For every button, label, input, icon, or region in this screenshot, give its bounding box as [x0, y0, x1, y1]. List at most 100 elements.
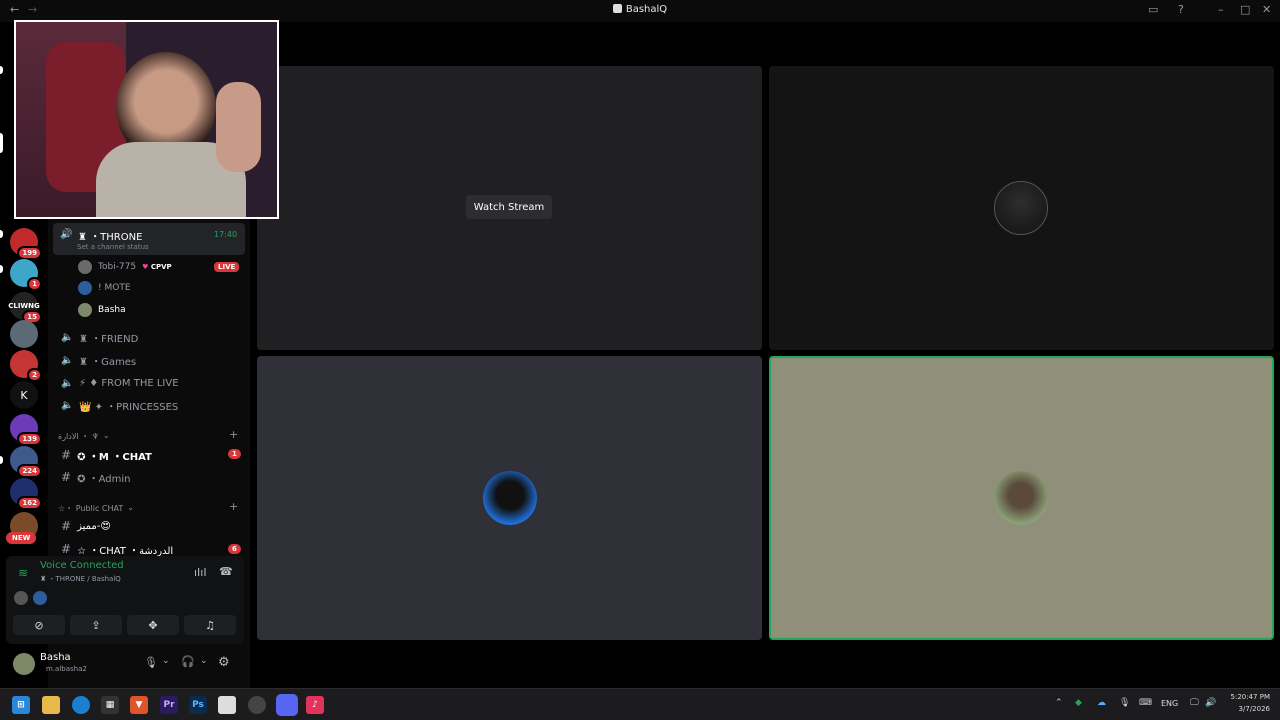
- camera-off-icon: ⊘: [34, 618, 44, 632]
- server-icon[interactable]: 139: [10, 414, 42, 446]
- selected-pip: [0, 133, 3, 153]
- keyboard-icon[interactable]: ⌨: [1139, 698, 1152, 708]
- microphone-icon[interactable]: 🎙: [144, 656, 158, 669]
- mention-badge: 224: [17, 464, 42, 478]
- channel-name: ♜ ・THRONE: [78, 232, 143, 243]
- text-channel[interactable]: # ✪ ・M ・CHAT: [53, 444, 245, 466]
- tray-app-icon[interactable]: ◆: [1075, 698, 1082, 708]
- member-name: Basha: [98, 305, 126, 315]
- speaker-icon: 🔈: [61, 400, 74, 411]
- premiere-icon[interactable]: Pr: [160, 696, 178, 714]
- voice-member[interactable]: Basha: [78, 301, 126, 319]
- category-name: ☆・ Public CHAT: [58, 504, 124, 513]
- app-icon[interactable]: [218, 696, 236, 714]
- settings-gear-icon[interactable]: ⚙: [218, 655, 230, 670]
- member-name: Tobi-775: [98, 262, 137, 272]
- unread-badge: 6: [228, 544, 241, 554]
- tray-chevron-icon[interactable]: ⌃: [1055, 698, 1063, 708]
- maximize-icon[interactable]: □: [1240, 3, 1250, 16]
- chevron-down-icon[interactable]: ⌄: [162, 656, 170, 666]
- server-icon: [612, 4, 622, 13]
- voice-status[interactable]: Voice Connected: [40, 560, 124, 571]
- voice-channel[interactable]: 🔈 👑 ✦ ・PRINCESSES: [53, 394, 245, 416]
- voice-channel[interactable]: 🔈 ⚡ ♦ FROM THE LIVE: [53, 372, 245, 394]
- mention-badge: 2: [27, 368, 42, 382]
- avatar[interactable]: [13, 653, 35, 675]
- close-icon[interactable]: ✕: [1262, 3, 1271, 16]
- server-icon[interactable]: 1: [10, 259, 42, 291]
- raised-hand: [216, 82, 261, 172]
- help-icon[interactable]: ?: [1178, 3, 1184, 16]
- hashtag-icon: #: [61, 519, 72, 533]
- input-language[interactable]: ENG: [1161, 699, 1178, 708]
- mention-badge: 1: [27, 277, 42, 291]
- signal-icon[interactable]: ≋: [18, 566, 28, 580]
- chevron-down-icon: ⌄: [102, 431, 110, 440]
- text-channel[interactable]: # ✪ ・Admin: [53, 466, 245, 488]
- discord-icon[interactable]: [276, 694, 298, 716]
- volume-icon[interactable]: 🔊: [1205, 698, 1216, 708]
- store-icon[interactable]: ▦: [101, 696, 119, 714]
- server-icon[interactable]: CLIWNG 15: [8, 292, 42, 324]
- text-channel[interactable]: # مميز-😍: [53, 515, 245, 537]
- channel-timer: 17:40: [214, 230, 238, 239]
- headphones-icon[interactable]: 🎧: [181, 655, 195, 668]
- cloud-icon[interactable]: ☁: [1097, 698, 1106, 708]
- hashtag-icon: #: [61, 542, 72, 556]
- server-icon[interactable]: 162: [10, 478, 42, 510]
- chevron-down-icon[interactable]: ⌄: [200, 656, 208, 666]
- voice-channel[interactable]: 🔈 ♜ ・FRIEND: [53, 326, 245, 348]
- app-icon[interactable]: [248, 696, 266, 714]
- window-title: BashalQ: [0, 4, 1280, 15]
- brave-icon[interactable]: ▼: [130, 696, 148, 714]
- channel-status[interactable]: Set a channel status: [77, 243, 149, 251]
- edge-icon[interactable]: [72, 696, 90, 714]
- tray-mic-icon[interactable]: 🎙: [1119, 698, 1130, 708]
- minimize-icon[interactable]: –: [1218, 3, 1224, 16]
- channel-name: مميز-😍: [77, 520, 111, 532]
- voice-member[interactable]: Tobi-775 ♥ CPVP: [78, 258, 172, 276]
- category-name: الادارة ・ ♆: [58, 432, 99, 441]
- screen-share-button[interactable]: ⇪: [70, 615, 122, 635]
- soundboard-button[interactable]: ♫: [184, 615, 236, 635]
- category-header[interactable]: الادارة ・ ♆ ⌄: [58, 431, 110, 442]
- server-icon[interactable]: 199: [10, 228, 42, 260]
- channel-name: ♜ ・Games: [79, 356, 137, 368]
- tiktok-icon[interactable]: ♪: [306, 696, 324, 714]
- clock-date[interactable]: 3/7/2026: [1226, 705, 1270, 713]
- photoshop-icon[interactable]: Ps: [189, 696, 207, 714]
- server-icon[interactable]: [10, 320, 38, 348]
- member-name: ! MOTE: [98, 283, 131, 293]
- mention-badge: 139: [17, 432, 42, 446]
- add-channel-icon[interactable]: +: [229, 500, 238, 513]
- picture-in-picture-video[interactable]: [14, 20, 279, 219]
- activities-button[interactable]: ✥: [127, 615, 179, 635]
- server-icon[interactable]: 224: [10, 446, 42, 478]
- camera-off-button[interactable]: ⊘: [13, 615, 65, 635]
- channel-name: ⚡ ♦ FROM THE LIVE: [79, 377, 179, 389]
- network-icon[interactable]: 🖵: [1190, 698, 1199, 708]
- disconnect-icon[interactable]: ☎: [219, 565, 233, 578]
- username[interactable]: Basha: [40, 652, 71, 663]
- file-explorer-icon[interactable]: [42, 696, 60, 714]
- clock-time[interactable]: 5:20:47 PM: [1226, 693, 1270, 701]
- server-label: CLIWNG: [8, 302, 40, 310]
- watch-stream-button[interactable]: Watch Stream: [466, 195, 552, 219]
- start-button-icon[interactable]: ⊞: [12, 696, 30, 714]
- noise-suppression-icon[interactable]: ıIıI: [194, 566, 207, 579]
- channel-name: ✪ ・Admin: [77, 473, 131, 485]
- server-icon[interactable]: K: [10, 381, 38, 409]
- server-icon[interactable]: 2: [10, 350, 42, 382]
- mention-badge: 199: [17, 246, 42, 260]
- add-channel-icon[interactable]: +: [229, 428, 238, 441]
- soundboard-icon: ♫: [205, 618, 215, 632]
- server-label: K: [20, 388, 28, 402]
- avatar: [78, 260, 92, 274]
- inbox-icon[interactable]: ▭: [1148, 3, 1158, 16]
- avatar: [78, 303, 92, 317]
- voice-member[interactable]: ! MOTE: [78, 279, 131, 297]
- voice-channel[interactable]: 🔈 ♜ ・Games: [53, 349, 245, 371]
- category-header[interactable]: ☆・ Public CHAT ⌄: [58, 503, 134, 514]
- speaker-icon: 🔈: [61, 332, 74, 343]
- voice-channel-path[interactable]: ♜ ・THRONE / BashalQ: [40, 574, 121, 584]
